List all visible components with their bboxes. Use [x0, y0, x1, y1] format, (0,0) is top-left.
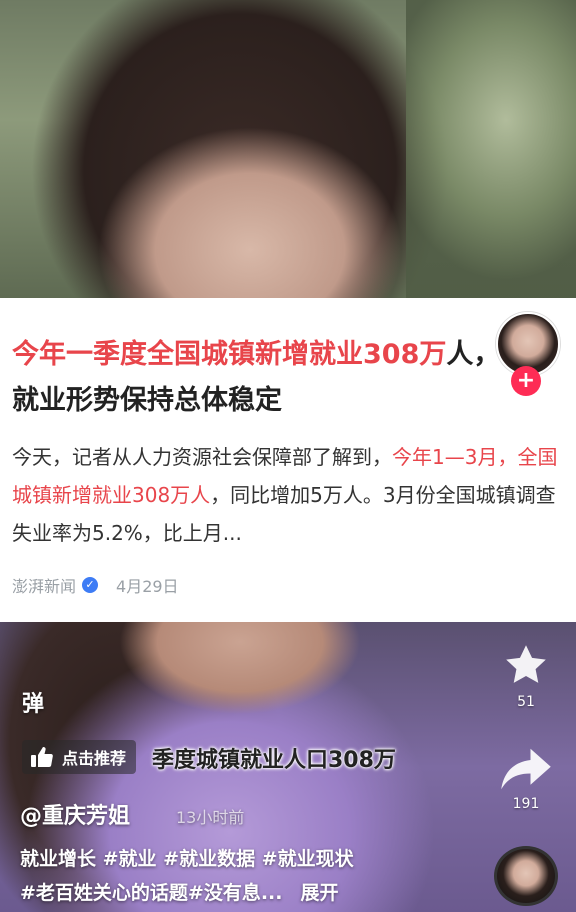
background-foliage [406, 0, 576, 300]
like-count: 51 [517, 694, 535, 710]
share-button[interactable]: 191 [494, 746, 558, 812]
share-count: 191 [512, 796, 540, 812]
author-name[interactable]: @重庆芳姐 [20, 798, 130, 830]
description-line-1: 就业增长 #就业 #就业数据 #就业现状 [20, 848, 354, 870]
danmaku-toggle[interactable]: 弹 [22, 686, 62, 722]
expand-button[interactable]: 展开 [301, 882, 339, 904]
follow-button[interactable]: + [511, 366, 541, 396]
post-time: 13小时前 [176, 808, 245, 827]
news-summary: 今天，记者从人力资源社会保障部了解到，今年1—3月，全国城镇新增就业308万人，… [12, 438, 564, 552]
news-source: 澎湃新闻 [12, 577, 77, 596]
news-source-row: 澎湃新闻 ✓ 4月29日 [12, 572, 179, 598]
video-description: 就业增长 #就业 #就业数据 #就业现状 #老百姓关心的话题#没有息... 展开 [20, 842, 480, 910]
news-headline: 今年一季度全国城镇新增就业308万人，就业形势保持总体稳定 [12, 332, 504, 424]
recommend-label: 点击推荐 [62, 749, 127, 768]
video-subtitle: 季度城镇就业人口308万 [152, 748, 396, 773]
news-card[interactable]: 今年一季度全国城镇新增就业308万人，就业形势保持总体稳定 今天，记者从人力资源… [0, 298, 576, 622]
news-date: 4月29日 [116, 577, 179, 596]
description-line-2: #老百姓关心的话题#没有息... [20, 882, 283, 904]
verified-check-icon: ✓ [82, 577, 99, 593]
music-disc[interactable] [494, 846, 558, 906]
headline-highlight: 今年一季度全国城镇新增就业308万 [12, 339, 447, 370]
star-icon [506, 645, 546, 683]
summary-text-1: 今天，记者从人力资源社会保障部了解到， [12, 445, 392, 469]
video-frame-top [0, 0, 576, 300]
share-arrow-icon [501, 748, 551, 790]
like-button[interactable]: 51 [494, 640, 558, 710]
thumb-up-icon [31, 747, 53, 767]
recommend-button[interactable]: 点击推荐 [22, 740, 137, 774]
